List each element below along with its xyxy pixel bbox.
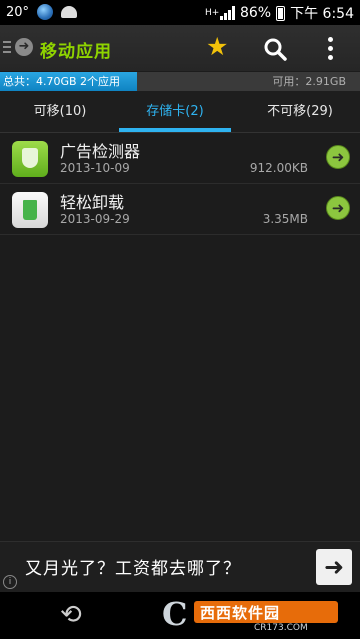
signal-icon [219, 6, 235, 20]
tab-not-movable[interactable]: 不可移(29) [240, 91, 360, 132]
storage-total-label: 总共：4.70GB 2个应用 [3, 75, 121, 88]
back-circle-icon[interactable]: ➜ [15, 38, 33, 56]
watermark: C 西西软件园 CR173.COM [160, 596, 345, 634]
app-size: 3.35MB [262, 212, 308, 226]
list-item[interactable]: 广告检测器 2013-10-09 912.00KB ➜ [0, 133, 360, 184]
watermark-title: 西西软件园 [200, 604, 281, 622]
storage-bar: 总共：4.70GB 2个应用 可用：2.91GB [0, 72, 360, 91]
list-item[interactable]: 轻松卸载 2013-09-29 3.35MB ➜ [0, 184, 360, 235]
back-icon[interactable]: ⟲ [60, 602, 82, 628]
move-arrow-icon[interactable]: ➜ [326, 196, 350, 220]
tab-bar: 可移(10) 存储卡(2) 不可移(29) [0, 91, 360, 133]
tab-movable[interactable]: 可移(10) [0, 91, 120, 132]
watermark-logo: C [162, 595, 188, 633]
battery-icon [276, 5, 286, 21]
app-date: 2013-09-29 [60, 212, 130, 226]
app-size: 912.00KB [249, 161, 308, 175]
ad-text[interactable]: 又月光了？工资都去哪了？ [25, 554, 241, 579]
globe-icon [37, 4, 54, 20]
network-type: H+ [204, 7, 220, 18]
shield-icon [12, 141, 48, 177]
navigation-bar: ⟲ C 西西软件园 CR173.COM [0, 592, 360, 639]
ad-arrow-button[interactable]: ➜ [316, 549, 352, 585]
search-icon[interactable] [263, 37, 287, 61]
overflow-icon[interactable] [328, 37, 334, 64]
trash-icon [12, 192, 48, 228]
storage-free-label: 可用：2.91GB [272, 75, 346, 88]
move-arrow-icon[interactable]: ➜ [326, 145, 350, 169]
ad-banner[interactable]: 又月光了？工资都去哪了？ i ➜ [0, 541, 360, 592]
app-name: 轻松卸载 [60, 193, 125, 212]
star-icon[interactable]: ★ [206, 33, 228, 61]
app-date: 2013-10-09 [60, 161, 130, 175]
temperature-text: 20° [6, 4, 30, 20]
android-icon [61, 6, 78, 18]
app-name: 广告检测器 [60, 142, 141, 161]
status-bar: 20° H+ 86% 下午 6:54 [0, 0, 360, 25]
clock: 下午 6:54 [290, 6, 354, 22]
menu-icon[interactable] [3, 41, 11, 56]
page-title: 移动应用 [40, 42, 112, 62]
info-icon[interactable]: i [3, 575, 17, 589]
tab-sd-card[interactable]: 存储卡(2) [115, 91, 235, 132]
action-bar: ➜ 移动应用 ★ [0, 25, 360, 71]
watermark-url: CR173.COM [254, 623, 308, 633]
battery-percent: 86% [239, 5, 272, 21]
